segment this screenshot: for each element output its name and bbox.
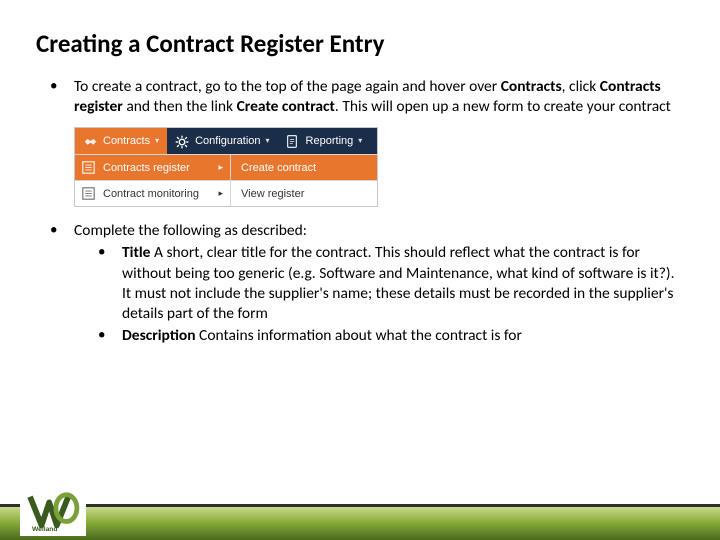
footer: Welland <box>0 488 720 540</box>
menu-row-1: Contracts register ▸ Create contract <box>75 154 377 180</box>
menu-row-2: Contract monitoring ▸ View register <box>75 180 377 206</box>
menu-top-bar: Contracts ▾ Configuration ▾ Reporting ▾ <box>75 128 377 154</box>
page-title: Creating a Contract Register Entry <box>36 28 684 59</box>
menu-reporting[interactable]: Reporting ▾ <box>278 128 371 154</box>
chevron-down-icon: ▾ <box>358 136 362 146</box>
chevron-right-icon: ▸ <box>218 188 223 200</box>
menu-label: Contracts <box>103 134 150 148</box>
menu-label: View register <box>241 187 304 201</box>
menu-label: Configuration <box>195 134 260 148</box>
menu-label: Create contract <box>241 161 316 175</box>
menu-label: Contracts register <box>103 161 190 175</box>
document-icon <box>286 135 301 148</box>
gear-icon <box>175 135 190 148</box>
menu-label: Contract monitoring <box>103 187 199 201</box>
menu-screenshot: Contracts ▾ Configuration ▾ Reporting ▾ <box>74 127 378 207</box>
list-icon <box>82 187 97 200</box>
list-icon <box>82 161 97 174</box>
handshake-icon <box>83 135 98 148</box>
bullet-2b: Description Contains information about w… <box>98 326 684 346</box>
menu-contracts-register[interactable]: Contracts register ▸ <box>75 155 231 180</box>
bullet-1: To create a contract, go to the top of t… <box>50 77 684 117</box>
menu-configuration[interactable]: Configuration ▾ <box>167 128 277 154</box>
menu-view-register[interactable]: View register <box>231 181 377 206</box>
chevron-right-icon: ▸ <box>218 162 223 174</box>
menu-create-contract[interactable]: Create contract <box>231 155 377 180</box>
content-body: To create a contract, go to the top of t… <box>36 77 684 346</box>
brand-logo: Welland <box>20 486 86 536</box>
bullet-2a: Title A short, clear title for the contr… <box>98 243 684 324</box>
menu-contracts[interactable]: Contracts ▾ <box>75 128 167 154</box>
svg-text:Welland: Welland <box>32 526 58 533</box>
footer-gradient <box>0 504 720 540</box>
menu-contract-monitoring[interactable]: Contract monitoring ▸ <box>75 181 231 206</box>
bullet-2: Complete the following as described: Tit… <box>50 221 684 346</box>
chevron-down-icon: ▾ <box>155 136 159 146</box>
chevron-down-icon: ▾ <box>266 136 270 146</box>
menu-label: Reporting <box>306 134 354 148</box>
